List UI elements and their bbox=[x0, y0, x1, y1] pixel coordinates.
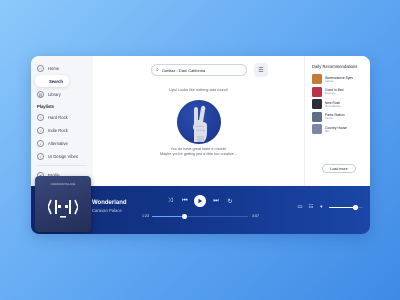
lyrics-icon[interactable]: ▭ bbox=[296, 203, 304, 211]
sidebar-item-home[interactable]: ⌂ Home bbox=[35, 62, 89, 74]
search-input[interactable]: ⌕ Gorillaz - Dani California bbox=[151, 64, 247, 76]
elapsed-time: 1:23 bbox=[142, 214, 149, 218]
album-cover: CARAVAN PALACE bbox=[35, 176, 91, 232]
sidebar-item-library[interactable]: ▤ Library bbox=[35, 88, 89, 100]
search-query[interactable]: Gorillaz - Dani California bbox=[162, 68, 205, 73]
recommendation-item[interactable]: Country House Blur bbox=[312, 123, 365, 135]
home-icon: ⌂ bbox=[37, 64, 44, 72]
sidebar-item-label: Alternative bbox=[48, 140, 68, 146]
recommendation-item[interactable]: New Rush Zia Hollamba bbox=[312, 98, 365, 110]
play-icon bbox=[198, 198, 203, 204]
repeat-icon[interactable]: ↻ bbox=[226, 196, 234, 206]
main-content: ⌕ Gorillaz - Dani California ☰ Ups! Look… bbox=[93, 56, 304, 186]
load-more-button[interactable]: Load more bbox=[322, 164, 356, 173]
sidebar-item-label: Search bbox=[49, 78, 63, 84]
track-artist: Anlusia bbox=[325, 79, 334, 83]
music-note-icon: ♪ bbox=[37, 152, 44, 160]
music-app-window: ⌂ Home Search ▤ Library Playlists ♪ Hard… bbox=[31, 56, 370, 234]
player-bar: CARAVAN PALACE Wonderland Caravan Palace… bbox=[31, 176, 370, 234]
progress-fill bbox=[152, 215, 185, 217]
sidebar-item-label: UI Design Vibes bbox=[48, 153, 78, 159]
queue-icon[interactable]: ☷ bbox=[307, 203, 315, 211]
album-thumbnail bbox=[312, 99, 322, 109]
sidebar: ⌂ Home Search ▤ Library Playlists ♪ Hard… bbox=[31, 56, 93, 192]
recommendations-title: Daily Recommendations bbox=[312, 64, 358, 69]
no-results-message: Ups! Looks like nothing was found! bbox=[169, 88, 228, 92]
now-playing-artist: Caravan Palace bbox=[92, 208, 122, 213]
previous-icon[interactable]: ⏮ bbox=[181, 196, 189, 206]
next-icon[interactable]: ⏭ bbox=[212, 196, 220, 206]
shuffle-icon[interactable]: ⤨ bbox=[166, 196, 174, 206]
play-button[interactable] bbox=[194, 195, 206, 207]
volume-handle[interactable] bbox=[353, 205, 358, 210]
sidebar-item-playlist[interactable]: ♪ UI Design Vibes bbox=[35, 150, 89, 162]
empty-state-text: You do have great taste in music! Maybe … bbox=[93, 147, 304, 157]
sidebar-item-label: Indie Rock bbox=[48, 127, 68, 133]
sidebar-item-playlist[interactable]: ♪ Indie Rock bbox=[35, 124, 89, 136]
track-artist: Zia Hollamba bbox=[325, 104, 341, 108]
recommendation-item[interactable]: Warrendsone Eyes Anlusia bbox=[312, 73, 365, 85]
progress-bar[interactable] bbox=[152, 214, 248, 219]
filter-button[interactable]: ☰ bbox=[254, 63, 268, 77]
album-thumbnail bbox=[312, 74, 322, 84]
sidebar-item-label: Hard Rock bbox=[48, 114, 68, 120]
sidebar-item-label: Library bbox=[48, 91, 61, 97]
volume-slider[interactable] bbox=[329, 205, 363, 210]
progress-handle[interactable] bbox=[182, 214, 187, 219]
recommendation-item[interactable]: Good In Bed Dua Lipa bbox=[312, 86, 365, 98]
album-thumbnail bbox=[312, 111, 322, 122]
music-note-icon: ♪ bbox=[37, 139, 44, 147]
empty-state-illustration bbox=[177, 100, 221, 144]
sidebar-divider bbox=[37, 165, 87, 166]
sidebar-item-playlist[interactable]: ♪ Alternative bbox=[35, 137, 89, 149]
music-note-icon: ♪ bbox=[37, 126, 44, 134]
recommendations-panel: Daily Recommendations Warrendsone Eyes A… bbox=[304, 56, 370, 186]
robot-face-icon bbox=[48, 199, 78, 218]
sidebar-item-playlist[interactable]: ♪ Hard Rock bbox=[35, 111, 89, 123]
total-time: 3:57 bbox=[252, 214, 259, 218]
playlists-heading: Playlists bbox=[37, 104, 54, 109]
library-icon: ▤ bbox=[37, 90, 44, 98]
recommendation-item[interactable]: Parks Station Steves bbox=[312, 111, 365, 123]
now-playing-title: Wonderland bbox=[92, 200, 127, 206]
search-icon: ⌕ bbox=[156, 67, 159, 73]
track-artist: Dua Lipa bbox=[325, 92, 336, 95]
sliders-icon: ☰ bbox=[258, 67, 264, 74]
peace-hand-icon bbox=[193, 105, 207, 142]
volume-fill bbox=[329, 206, 356, 208]
album-thumbnail bbox=[312, 124, 322, 134]
volume-icon[interactable]: 🔈︎ bbox=[318, 203, 326, 211]
track-artist: Steves bbox=[325, 117, 333, 120]
music-note-icon: ♪ bbox=[37, 113, 44, 121]
sidebar-item-label: Home bbox=[48, 65, 60, 71]
track-artist: Blur bbox=[325, 129, 330, 133]
album-thumbnail bbox=[312, 86, 322, 97]
empty-state-line: Maybe you're getting just a little too c… bbox=[160, 152, 237, 157]
cover-label: CARAVAN PALACE bbox=[50, 182, 76, 186]
sidebar-item-search[interactable]: Search bbox=[35, 75, 69, 87]
